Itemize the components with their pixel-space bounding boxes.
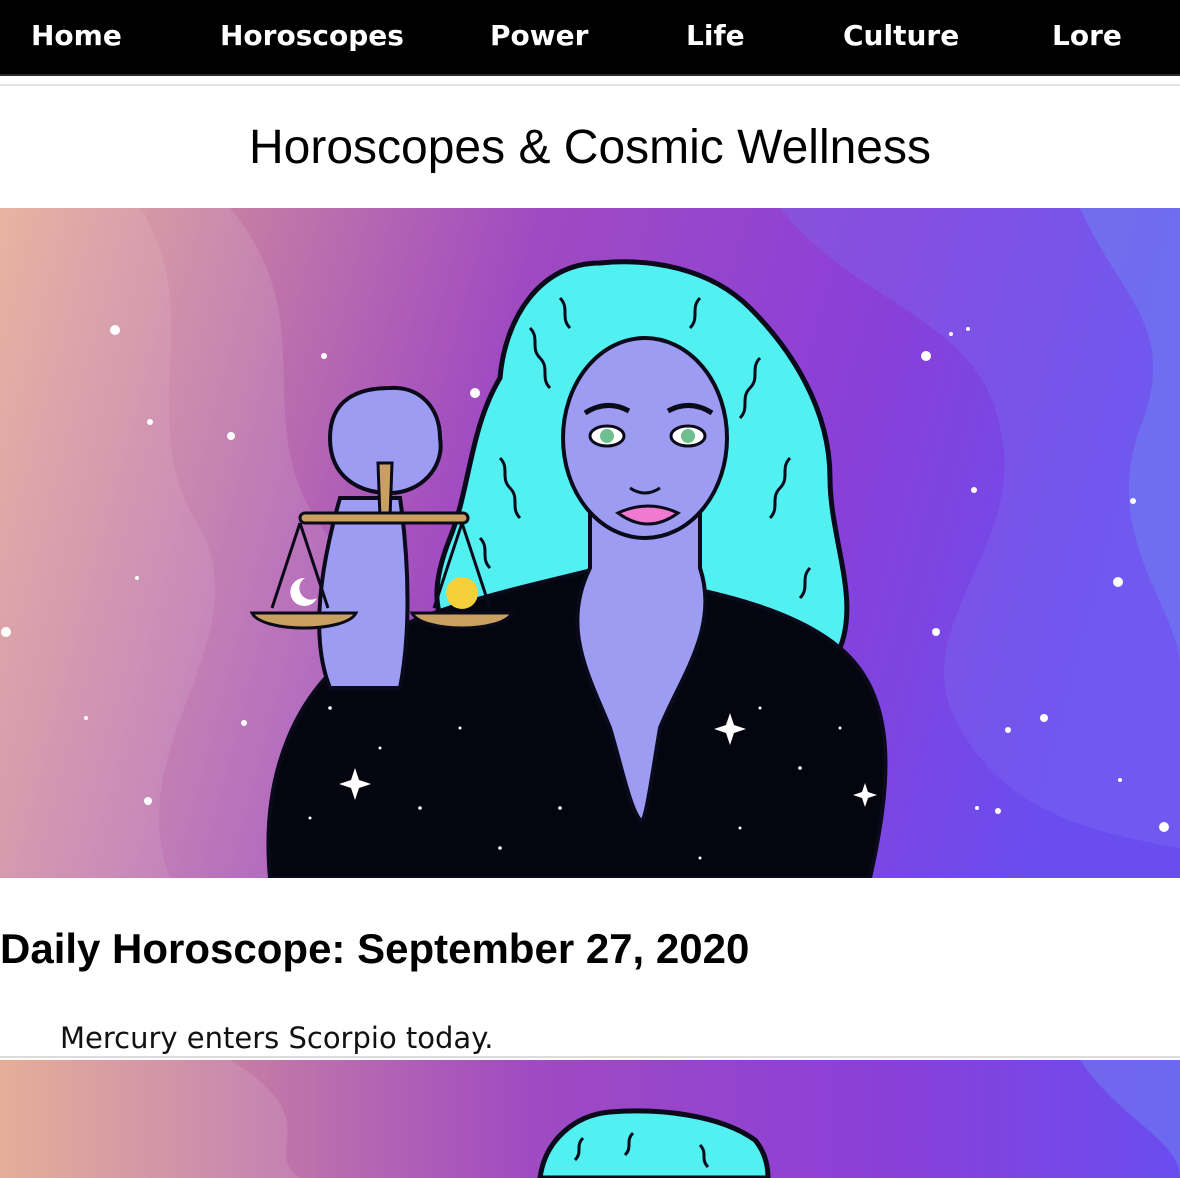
libra-woman-illustration-2 xyxy=(0,1060,1180,1178)
article-title[interactable]: Daily Horoscope: September 27, 2020 xyxy=(0,922,749,976)
top-navigation: Home Horoscopes Power Life Culture Lore xyxy=(0,0,1180,76)
article-hero-image[interactable] xyxy=(0,208,1180,878)
article-blurb: Mercury enters Scorpio today. xyxy=(60,1021,494,1055)
nav-home-link[interactable]: Home xyxy=(31,0,122,72)
nav-horoscopes-link[interactable]: Horoscopes xyxy=(220,0,404,72)
page-title: Horoscopes & Cosmic Wellness xyxy=(248,121,931,174)
nav-divider xyxy=(0,84,1180,86)
nav-culture-link[interactable]: Culture xyxy=(843,0,959,72)
article-card-divider xyxy=(0,1056,1180,1058)
article-hero-image-2[interactable] xyxy=(0,1060,1180,1178)
nav-power-link[interactable]: Power xyxy=(490,0,588,72)
nav-lore-link[interactable]: Lore xyxy=(1052,0,1122,72)
libra-woman-illustration xyxy=(0,208,1180,878)
nav-life-link[interactable]: Life xyxy=(686,0,745,72)
